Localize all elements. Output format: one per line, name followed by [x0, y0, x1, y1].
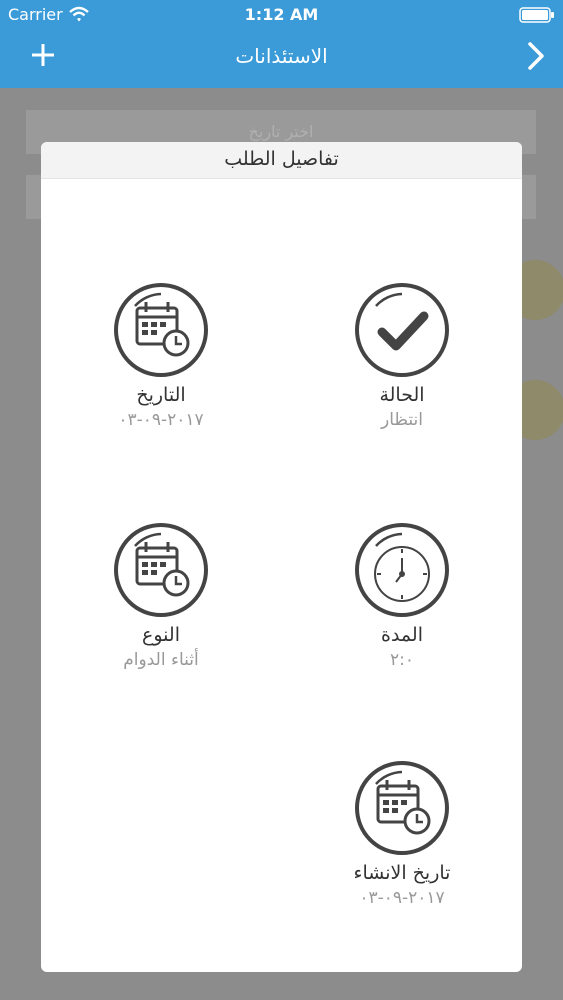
- date-value: ٢٠١٧-٠٩-٠٣: [118, 410, 204, 430]
- creation-date-value: ٢٠١٧-٠٩-٠٣: [359, 888, 445, 908]
- duration-label: المدة: [381, 624, 423, 646]
- page-title: الاستئذانات: [235, 44, 328, 68]
- chevron-right-icon[interactable]: [525, 40, 547, 72]
- creation-date-label: تاريخ الانشاء: [353, 862, 451, 884]
- status-value: انتظار: [381, 410, 423, 430]
- type-value: أثناء الدوام: [123, 650, 199, 670]
- checkmark-icon: [355, 283, 449, 377]
- navigation-bar: الاستئذانات: [0, 30, 563, 88]
- calendar-clock-icon: [114, 283, 208, 377]
- status-bar: Carrier 1:12 AM: [0, 0, 563, 30]
- stopwatch-icon: [355, 523, 449, 617]
- duration-item: المدة ٢:٠: [302, 522, 502, 670]
- duration-value: ٢:٠: [390, 650, 414, 670]
- calendar-clock-icon: [114, 523, 208, 617]
- type-label: النوع: [142, 624, 180, 646]
- creation-date-item: تاريخ الانشاء ٢٠١٧-٠٩-٠٣: [302, 760, 502, 908]
- dialog-header: تفاصيل الطلب: [41, 142, 522, 179]
- date-item: التاريخ ٢٠١٧-٠٩-٠٣: [61, 282, 261, 430]
- status-item: الحالة انتظار: [302, 282, 502, 430]
- request-details-dialog: تفاصيل الطلب الحالة انتظار التاريخ ٢٠١٧-…: [41, 142, 522, 972]
- status-time: 1:12 AM: [244, 5, 319, 24]
- type-item: النوع أثناء الدوام: [61, 522, 261, 670]
- calendar-clock-icon: [355, 761, 449, 855]
- date-label: التاريخ: [136, 384, 186, 406]
- dialog-title: تفاصيل الطلب: [224, 148, 339, 170]
- date-field-placeholder: اختر تاريخ: [248, 122, 314, 141]
- status-label: الحالة: [379, 384, 425, 406]
- battery-icon: [519, 7, 554, 23]
